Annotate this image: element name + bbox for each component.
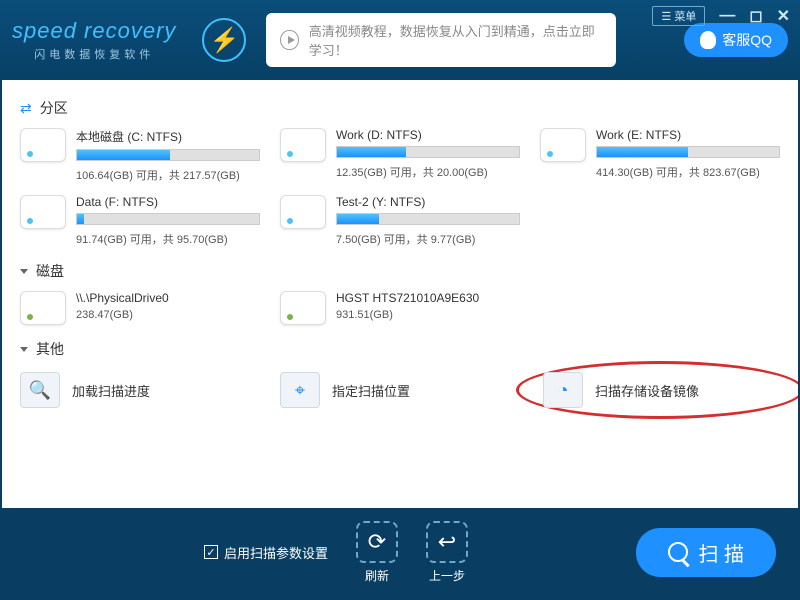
- drive-icon: [20, 128, 66, 162]
- drive-stats: 12.35(GB) 可用，共 20.00(GB): [336, 164, 520, 180]
- arrow-icon: ⇄: [20, 100, 32, 117]
- section-disk: 磁盘: [20, 261, 780, 281]
- drive-icon: [540, 128, 586, 162]
- drive-name: Work (D: NTFS): [336, 128, 520, 142]
- logo-subtitle: 闪电数据恢复软件: [12, 46, 176, 62]
- qq-icon: [700, 31, 716, 49]
- drive-name: Test-2 (Y: NTFS): [336, 195, 520, 209]
- usage-bar: [336, 146, 520, 158]
- section-partition: ⇄ 分区: [20, 98, 780, 118]
- disk-icon: [20, 291, 66, 325]
- usage-bar: [76, 213, 260, 225]
- disk-item[interactable]: HGST HTS721010A9E630 931.51(GB): [280, 291, 520, 325]
- logo-text: speed recovery: [12, 18, 176, 44]
- disk-size: 931.51(GB): [336, 309, 520, 321]
- partition-grid: 本地磁盘 (C: NTFS) 106.64(GB) 可用，共 217.57(GB…: [20, 128, 780, 247]
- drive-name: 本地磁盘 (C: NTFS): [76, 128, 260, 145]
- maximize-button[interactable]: ◻: [749, 6, 762, 26]
- partition-item[interactable]: Work (E: NTFS) 414.30(GB) 可用，共 823.67(GB…: [540, 128, 780, 183]
- title-bar: ☰ 菜单 — ◻ ✕ speed recovery 闪电数据恢复软件 ⚡ 高清视…: [0, 0, 800, 80]
- specify-scan-location[interactable]: ⌖ 指定扫描位置: [280, 369, 520, 411]
- drive-icon: [20, 195, 66, 229]
- drive-stats: 91.74(GB) 可用，共 95.70(GB): [76, 231, 260, 247]
- other-grid: 🔍 加载扫描进度 ⌖ 指定扫描位置 ◔ 扫描存储设备镜像: [20, 369, 780, 411]
- section-other: 其他: [20, 339, 780, 359]
- target-icon: ⌖: [280, 372, 320, 408]
- section-label: 分区: [40, 98, 68, 118]
- footer-bar: ✓ 启用扫描参数设置 ⟳ 刷新 ↩ 上一步 扫 描: [0, 508, 800, 596]
- magnifier-icon: 🔍: [20, 372, 60, 408]
- disk-grid: \\.\PhysicalDrive0 238.47(GB) HGST HTS72…: [20, 291, 780, 325]
- disk-name: HGST HTS721010A9E630: [336, 291, 520, 305]
- disk-item[interactable]: \\.\PhysicalDrive0 238.47(GB): [20, 291, 260, 325]
- drive-stats: 7.50(GB) 可用，共 9.77(GB): [336, 231, 520, 247]
- partition-item[interactable]: Test-2 (Y: NTFS) 7.50(GB) 可用，共 9.77(GB): [280, 195, 520, 247]
- disk-name: \\.\PhysicalDrive0: [76, 291, 260, 305]
- disk-size: 238.47(GB): [76, 309, 260, 321]
- disk-icon: [280, 291, 326, 325]
- bolt-icon: ⚡: [202, 18, 246, 62]
- caret-icon: [20, 347, 28, 352]
- scan-device-image[interactable]: ◔ 扫描存储设备镜像: [516, 361, 798, 419]
- usage-bar: [76, 149, 260, 161]
- search-icon: [668, 542, 688, 562]
- drive-icon: [280, 195, 326, 229]
- back-button[interactable]: ↩ 上一步: [426, 521, 468, 584]
- caret-icon: [20, 269, 28, 274]
- section-label: 磁盘: [36, 261, 64, 281]
- customer-service-button[interactable]: 客服QQ: [684, 23, 788, 57]
- window-controls: ☰ 菜单 — ◻ ✕: [652, 6, 790, 26]
- menu-button[interactable]: ☰ 菜单: [652, 6, 705, 26]
- drive-stats: 106.64(GB) 可用，共 217.57(GB): [76, 167, 260, 183]
- drive-stats: 414.30(GB) 可用，共 823.67(GB): [596, 164, 780, 180]
- main-panel: ⇄ 分区 本地磁盘 (C: NTFS) 106.64(GB) 可用，共 217.…: [2, 80, 798, 508]
- refresh-icon: ⟳: [356, 521, 398, 563]
- back-icon: ↩: [426, 521, 468, 563]
- section-label: 其他: [36, 339, 64, 359]
- app-logo: speed recovery 闪电数据恢复软件: [12, 18, 176, 62]
- minimize-button[interactable]: —: [719, 7, 735, 25]
- partition-item[interactable]: 本地磁盘 (C: NTFS) 106.64(GB) 可用，共 217.57(GB…: [20, 128, 260, 183]
- checkbox-icon: ✓: [204, 545, 218, 559]
- partition-item[interactable]: Work (D: NTFS) 12.35(GB) 可用，共 20.00(GB): [280, 128, 520, 183]
- partition-item[interactable]: Data (F: NTFS) 91.74(GB) 可用，共 95.70(GB): [20, 195, 260, 247]
- load-scan-progress[interactable]: 🔍 加载扫描进度: [20, 369, 260, 411]
- tutorial-banner[interactable]: 高清视频教程，数据恢复从入门到精通，点击立即学习！: [266, 13, 616, 67]
- enable-scan-params[interactable]: ✓ 启用扫描参数设置: [204, 543, 328, 562]
- refresh-button[interactable]: ⟳ 刷新: [356, 521, 398, 584]
- drive-icon: [280, 128, 326, 162]
- drive-name: Work (E: NTFS): [596, 128, 780, 142]
- usage-bar: [336, 213, 520, 225]
- usage-bar: [596, 146, 780, 158]
- image-file-icon: ◔: [543, 372, 583, 408]
- close-button[interactable]: ✕: [777, 6, 790, 26]
- banner-text: 高清视频教程，数据恢复从入门到精通，点击立即学习！: [309, 21, 603, 59]
- speaker-icon: [280, 30, 298, 50]
- scan-button[interactable]: 扫 描: [636, 528, 776, 577]
- drive-name: Data (F: NTFS): [76, 195, 260, 209]
